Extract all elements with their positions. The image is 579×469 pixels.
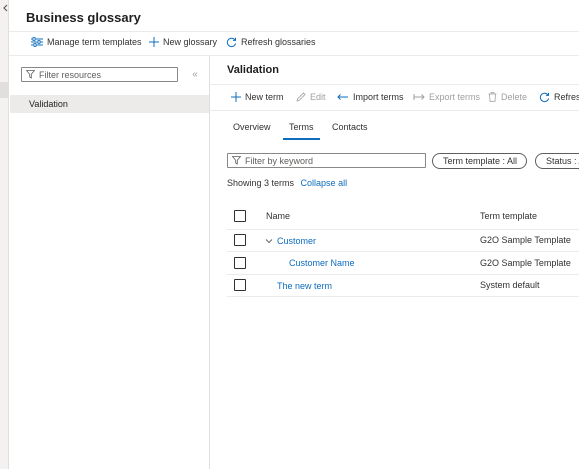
- detail-toolbar-divider: [210, 110, 579, 111]
- detail-divider: [210, 84, 579, 85]
- refresh-glossaries-button[interactable]: Refresh glossaries: [226, 35, 316, 49]
- refresh-terms-label: Refresh: [554, 92, 579, 102]
- detail-title: Validation: [227, 64, 279, 76]
- tab-terms[interactable]: Terms: [289, 122, 314, 132]
- filter-keyword-placeholder: Filter by keyword: [245, 155, 314, 166]
- table-header-divider: [227, 229, 579, 230]
- term-template-filter[interactable]: Term template : All: [432, 153, 527, 169]
- rail-selected-marker: [0, 82, 9, 98]
- filter-keyword-input[interactable]: Filter by keyword: [227, 153, 426, 168]
- new-term-label: New term: [245, 92, 284, 102]
- refresh-terms-button[interactable]: Refresh: [539, 90, 579, 104]
- panel-divider: [209, 56, 210, 469]
- select-all-checkbox[interactable]: [234, 210, 246, 222]
- left-rail: [0, 0, 9, 469]
- filter-resources-input[interactable]: Filter resources: [21, 67, 178, 82]
- edit-button[interactable]: Edit: [296, 90, 326, 104]
- row-checkbox[interactable]: [234, 279, 246, 291]
- chevron-left-icon[interactable]: [0, 3, 9, 13]
- plus-icon: [231, 92, 241, 102]
- column-header-term-template[interactable]: Term template: [480, 211, 537, 221]
- resource-item-validation[interactable]: Validation: [10, 95, 209, 113]
- import-terms-label: Import terms: [353, 92, 404, 102]
- import-terms-button[interactable]: Import terms: [337, 90, 404, 104]
- refresh-icon: [226, 37, 237, 48]
- term-link[interactable]: Customer: [277, 236, 316, 246]
- column-header-name[interactable]: Name: [266, 211, 290, 221]
- tab-contacts[interactable]: Contacts: [332, 122, 368, 132]
- header-divider: [9, 31, 579, 32]
- collapse-panel-icon[interactable]: «: [190, 68, 200, 80]
- term-link[interactable]: Customer Name: [289, 258, 355, 268]
- new-term-button[interactable]: New term: [231, 90, 284, 104]
- manage-term-templates-label: Manage term templates: [47, 37, 142, 47]
- row-divider: [227, 274, 579, 275]
- showing-count: Showing 3 terms: [227, 178, 295, 188]
- status-filter[interactable]: Status : All: [535, 153, 579, 169]
- delete-button[interactable]: Delete: [488, 90, 527, 104]
- tab-overview[interactable]: Overview: [233, 122, 271, 132]
- export-terms-button[interactable]: Export terms: [413, 90, 480, 104]
- new-glossary-button[interactable]: New glossary: [149, 35, 217, 49]
- delete-label: Delete: [501, 92, 528, 102]
- manage-term-templates-button[interactable]: Manage term templates: [31, 35, 142, 49]
- active-tab-indicator: [283, 138, 320, 140]
- refresh-icon: [539, 92, 550, 103]
- showing-row: Showing 3 terms Collapse all: [227, 178, 347, 188]
- trash-icon: [488, 92, 497, 102]
- term-template-cell: System default: [480, 280, 540, 290]
- collapse-all-link[interactable]: Collapse all: [301, 178, 348, 188]
- term-template-cell: G2O Sample Template: [480, 258, 571, 268]
- filter-icon: [232, 156, 241, 165]
- term-template-cell: G2O Sample Template: [480, 235, 571, 245]
- settings-sliders-icon: [31, 37, 43, 47]
- pencil-icon: [296, 92, 306, 102]
- toolbar-divider: [9, 55, 579, 56]
- expand-chevron-icon[interactable]: [265, 236, 273, 246]
- resource-item-label: Validation: [29, 99, 68, 109]
- export-terms-label: Export terms: [429, 92, 481, 102]
- term-link[interactable]: The new term: [277, 281, 332, 291]
- row-checkbox[interactable]: [234, 257, 246, 269]
- filter-resources-placeholder: Filter resources: [39, 69, 102, 80]
- edit-label: Edit: [310, 92, 326, 102]
- plus-icon: [149, 37, 159, 47]
- filter-icon: [26, 70, 35, 79]
- row-divider: [227, 251, 579, 252]
- import-arrow-icon: [337, 93, 349, 101]
- row-checkbox[interactable]: [234, 234, 246, 246]
- new-glossary-label: New glossary: [163, 37, 218, 47]
- row-divider: [227, 296, 579, 297]
- refresh-glossaries-label: Refresh glossaries: [241, 37, 316, 47]
- page-title: Business glossary: [26, 10, 141, 25]
- export-arrow-icon: [413, 93, 425, 101]
